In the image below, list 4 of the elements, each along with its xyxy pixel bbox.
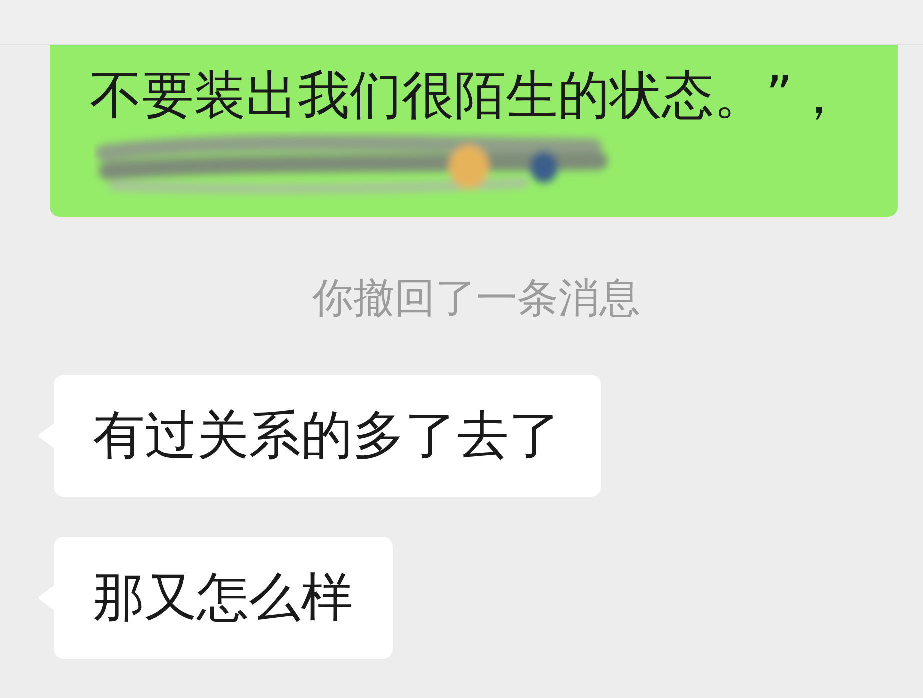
message-bubble: 那又怎么样 (54, 537, 393, 659)
message-text: 不要装出我们很陌生的状态。”， (90, 65, 845, 128)
system-notice: 你撤回了一条消息 (312, 273, 640, 323)
message-bubble: 有过关系的多了去了 (54, 375, 601, 497)
